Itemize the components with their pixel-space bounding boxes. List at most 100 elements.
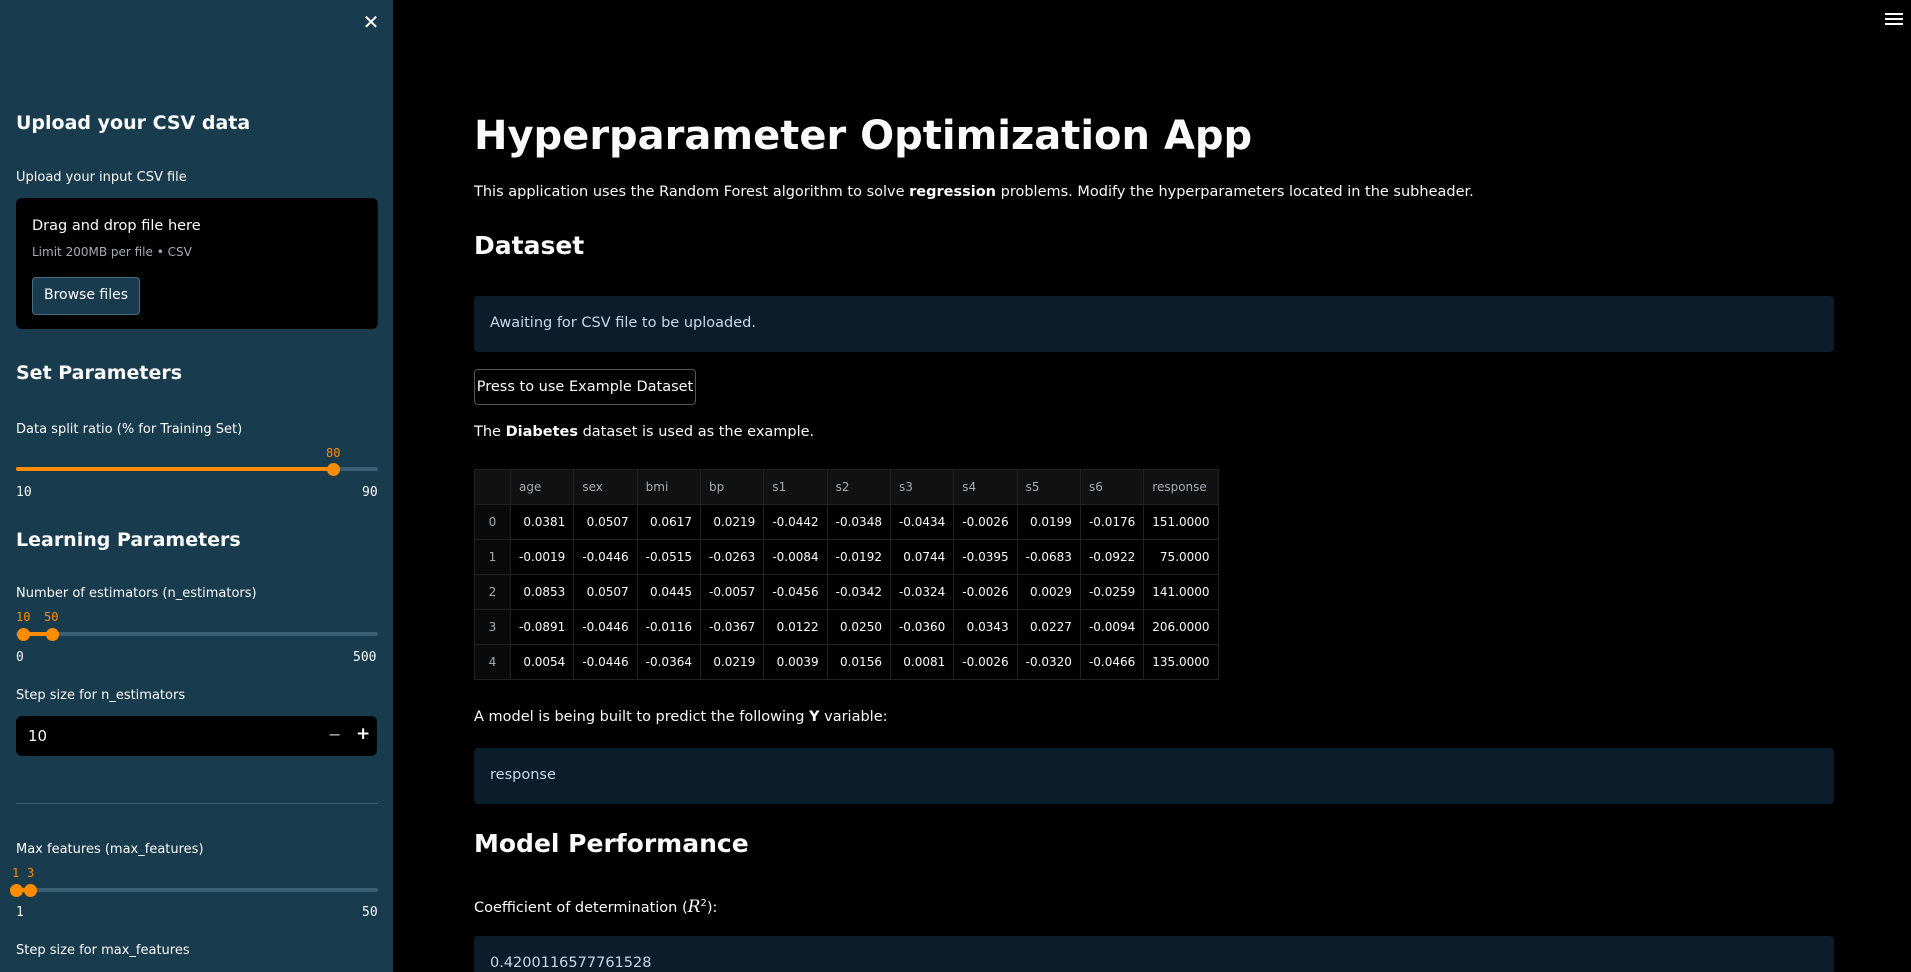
close-icon[interactable]: ✕ bbox=[361, 12, 381, 32]
column-header[interactable]: s2 bbox=[826, 469, 891, 505]
table-cell[interactable]: 0.0081 bbox=[889, 644, 955, 680]
table-cell[interactable]: 0.0029 bbox=[1016, 574, 1081, 610]
table-cell[interactable]: -0.0466 bbox=[1079, 644, 1145, 680]
estimators-slider[interactable] bbox=[16, 627, 378, 641]
column-header[interactable]: s6 bbox=[1079, 469, 1145, 505]
table-cell[interactable]: -0.0434 bbox=[889, 504, 955, 540]
index-header bbox=[474, 469, 511, 505]
table-cell[interactable]: 0.0343 bbox=[953, 609, 1018, 645]
table-cell[interactable]: -0.0084 bbox=[763, 539, 828, 575]
increment-button[interactable]: + bbox=[356, 724, 370, 744]
table-cell[interactable]: 0.0054 bbox=[509, 644, 575, 680]
column-header[interactable]: age bbox=[509, 469, 575, 505]
estimators-low-thumb[interactable] bbox=[17, 627, 30, 641]
use-example-dataset-button[interactable]: Press to use Example Dataset bbox=[474, 369, 696, 405]
table-cell[interactable]: 0.0219 bbox=[699, 644, 765, 680]
split-ratio-value: 80 bbox=[326, 446, 341, 460]
table-row: 2 0.0853 0.0507 0.0445 -0.0057 -0.0456 -0.0342… bbox=[474, 574, 1219, 610]
table-cell[interactable]: -0.0259 bbox=[1079, 574, 1145, 610]
column-header[interactable]: response bbox=[1143, 469, 1219, 505]
table-row: 1 -0.0019 -0.0446 -0.0515 -0.0263 -0.0084 -0.0… bbox=[474, 539, 1219, 575]
max-features-max: 50 bbox=[362, 905, 378, 920]
table-cell[interactable]: -0.0683 bbox=[1016, 539, 1081, 575]
column-header[interactable]: bp bbox=[699, 469, 765, 505]
table-cell[interactable]: 0.0250 bbox=[826, 609, 891, 645]
table-cell[interactable]: -0.0320 bbox=[1016, 644, 1081, 680]
column-header[interactable]: s1 bbox=[763, 469, 828, 505]
table-cell[interactable]: -0.0094 bbox=[1079, 609, 1145, 645]
step-estimators-value[interactable]: 10 bbox=[28, 727, 47, 745]
table-row: 4 0.0054 -0.0446 -0.0364 0.0219 0.0039 0.0156 0… bbox=[474, 644, 1219, 680]
column-header[interactable]: bmi bbox=[636, 469, 701, 505]
browse-files-button[interactable]: Browse files bbox=[32, 277, 140, 315]
table-cell[interactable]: -0.0442 bbox=[763, 504, 828, 540]
table-cell[interactable]: -0.0026 bbox=[953, 504, 1018, 540]
table-cell[interactable]: 0.0122 bbox=[763, 609, 828, 645]
limit-text: Limit 200MB per file • CSV bbox=[32, 245, 192, 259]
table-cell[interactable]: 75.0000 bbox=[1143, 539, 1219, 575]
table-cell[interactable]: 141.0000 bbox=[1143, 574, 1219, 610]
table-cell[interactable]: 0.0039 bbox=[763, 644, 828, 680]
table-cell[interactable]: 0.0744 bbox=[889, 539, 955, 575]
table-cell[interactable]: -0.0446 bbox=[573, 609, 638, 645]
split-ratio-label: Data split ratio (% for Training Set) bbox=[16, 422, 243, 437]
table-cell[interactable]: -0.0116 bbox=[636, 609, 701, 645]
max-features-slider[interactable] bbox=[10, 883, 378, 897]
r2-value-box: 0.4200116577761528 bbox=[474, 936, 1834, 972]
table-cell[interactable]: 206.0000 bbox=[1143, 609, 1219, 645]
column-header[interactable]: s4 bbox=[953, 469, 1018, 505]
table-cell[interactable]: -0.0922 bbox=[1079, 539, 1145, 575]
table-cell[interactable]: -0.0019 bbox=[509, 539, 575, 575]
table-cell[interactable]: -0.0515 bbox=[636, 539, 701, 575]
decrement-button[interactable]: − bbox=[328, 725, 341, 744]
table-cell[interactable]: 0.0219 bbox=[699, 504, 765, 540]
table-cell[interactable]: -0.0263 bbox=[699, 539, 765, 575]
table-cell[interactable]: 0.0507 bbox=[573, 504, 638, 540]
max-features-high-thumb[interactable] bbox=[24, 883, 37, 897]
split-ratio-thumb[interactable] bbox=[327, 462, 340, 476]
table-cell[interactable]: -0.0367 bbox=[699, 609, 765, 645]
column-header[interactable]: s3 bbox=[889, 469, 955, 505]
table-cell[interactable]: 0.0381 bbox=[509, 504, 575, 540]
column-header[interactable]: s5 bbox=[1016, 469, 1081, 505]
model-performance-header: Model Performance bbox=[474, 829, 749, 858]
table-cell[interactable]: 0.0227 bbox=[1016, 609, 1081, 645]
max-features-low-thumb[interactable] bbox=[10, 883, 23, 897]
table-cell[interactable]: -0.0364 bbox=[636, 644, 701, 680]
table-cell[interactable]: 0.0507 bbox=[573, 574, 638, 610]
split-ratio-slider[interactable] bbox=[16, 462, 378, 476]
column-header[interactable]: sex bbox=[573, 469, 638, 505]
table-cell[interactable]: -0.0456 bbox=[763, 574, 828, 610]
estimators-high-thumb[interactable] bbox=[46, 627, 59, 641]
split-ratio-fill bbox=[16, 467, 333, 471]
table-cell[interactable]: -0.0192 bbox=[826, 539, 891, 575]
table-cell[interactable]: -0.0395 bbox=[953, 539, 1018, 575]
max-features-low-value: 1 bbox=[12, 866, 20, 880]
hamburger-menu-icon[interactable] bbox=[1885, 13, 1903, 29]
table-cell[interactable]: 0.0617 bbox=[636, 504, 701, 540]
table-cell[interactable]: -0.0176 bbox=[1079, 504, 1145, 540]
table-cell[interactable]: -0.0324 bbox=[889, 574, 955, 610]
table-cell[interactable]: 135.0000 bbox=[1143, 644, 1219, 680]
table-row: 3 -0.0891 -0.0446 -0.0116 -0.0367 0.0122 0.025… bbox=[474, 609, 1219, 645]
r2-label-text: Coefficient of determination ( bbox=[474, 900, 688, 916]
table-cell[interactable]: 0.0156 bbox=[826, 644, 891, 680]
table-cell[interactable]: -0.0057 bbox=[699, 574, 765, 610]
table-cell[interactable]: -0.0360 bbox=[889, 609, 955, 645]
table-cell[interactable]: 0.0199 bbox=[1016, 504, 1081, 540]
table-cell[interactable]: -0.0446 bbox=[573, 644, 638, 680]
table-cell[interactable]: -0.0891 bbox=[509, 609, 575, 645]
step-estimators-input[interactable]: 10 − + bbox=[16, 716, 377, 756]
table-cell[interactable]: 0.0853 bbox=[509, 574, 575, 610]
split-ratio-max: 90 bbox=[362, 485, 378, 500]
table-cell[interactable]: -0.0026 bbox=[953, 644, 1018, 680]
table-cell[interactable]: 0.0445 bbox=[636, 574, 701, 610]
table-cell[interactable]: -0.0026 bbox=[953, 574, 1018, 610]
file-uploader-dropzone[interactable]: Drag and drop file here Limit 200MB per … bbox=[16, 198, 378, 329]
estimators-label: Number of estimators (n_estimators) bbox=[16, 586, 257, 601]
table-cell[interactable]: -0.0348 bbox=[826, 504, 891, 540]
table-cell[interactable]: -0.0446 bbox=[573, 539, 638, 575]
dataset-table[interactable]: age sex bmi bp s1 s2 s3 s4 s5 s6 response 0 0.0381 0… bbox=[474, 469, 1219, 680]
table-cell[interactable]: -0.0342 bbox=[826, 574, 891, 610]
table-cell[interactable]: 151.0000 bbox=[1143, 504, 1219, 540]
